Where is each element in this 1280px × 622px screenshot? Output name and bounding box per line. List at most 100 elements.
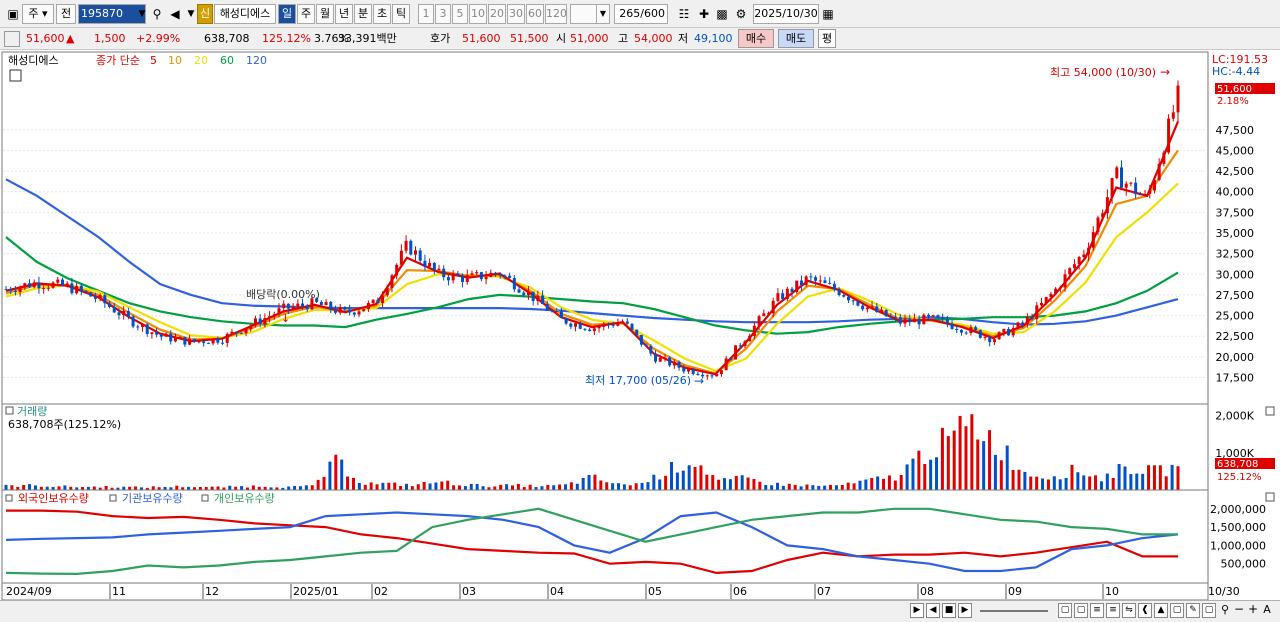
volume-bar bbox=[304, 485, 308, 490]
holdings-legend-icon[interactable] bbox=[201, 494, 209, 502]
tool-icon-5[interactable]: ⇋ bbox=[1122, 603, 1136, 618]
volume-bar bbox=[817, 485, 821, 490]
candle-body bbox=[682, 367, 686, 372]
candle-body bbox=[842, 295, 846, 297]
volume-close-icon[interactable] bbox=[1265, 406, 1275, 416]
candle-body bbox=[677, 361, 681, 368]
scroll-right-icon[interactable]: ▶ bbox=[910, 603, 924, 618]
volume-bar bbox=[1152, 465, 1156, 490]
interval-tab-20[interactable]: 20 bbox=[488, 4, 506, 24]
period-tab-2[interactable]: 월 bbox=[316, 4, 334, 24]
tool-icon-4[interactable]: ≡ bbox=[1106, 603, 1120, 618]
candle-body bbox=[978, 330, 982, 338]
volume-bar bbox=[251, 485, 255, 490]
shin-badge: 신 bbox=[197, 4, 213, 24]
zoom-out-icon[interactable]: − bbox=[1232, 603, 1246, 618]
volume-bar bbox=[510, 485, 514, 490]
calendar-icon[interactable]: ▦ bbox=[819, 4, 837, 24]
volume-bar bbox=[404, 483, 408, 490]
count-input[interactable]: 265/600 bbox=[614, 4, 668, 24]
interval-tab-1[interactable]: 1 bbox=[418, 4, 434, 24]
volume-bar bbox=[740, 475, 744, 490]
zoom-search-icon[interactable]: ⚲ bbox=[1218, 603, 1232, 618]
candle-type-icon[interactable]: ☷ bbox=[675, 4, 693, 24]
volume-bar bbox=[617, 483, 621, 490]
period-tab-0[interactable]: 일 bbox=[278, 4, 296, 24]
price-panel-frame bbox=[1, 51, 1209, 405]
rewind-icon[interactable]: ◀ bbox=[926, 603, 940, 618]
period-tab-3[interactable]: 년 bbox=[335, 4, 353, 24]
stop-icon[interactable]: ■ bbox=[942, 603, 956, 618]
gear-icon[interactable]: ⚙ bbox=[732, 4, 750, 24]
tool-icon-10[interactable]: ▢ bbox=[1202, 603, 1216, 618]
tool-icon-3[interactable]: ≡ bbox=[1090, 603, 1104, 618]
tool-icon-9[interactable]: ✎ bbox=[1186, 603, 1200, 618]
zoom-slider[interactable] bbox=[980, 610, 1048, 612]
tool-icon-1[interactable]: ▢ bbox=[1058, 603, 1072, 618]
zoom-in-icon[interactable]: + bbox=[1246, 603, 1260, 618]
chart-canvas[interactable]: 17,500 20,000 22,500 25,000 27,500 30,000 32,5… bbox=[0, 50, 1280, 603]
volume-bar bbox=[905, 464, 909, 490]
interval-tab-120[interactable]: 120 bbox=[545, 4, 567, 24]
candle-body bbox=[1152, 179, 1156, 191]
candle-body bbox=[959, 329, 963, 333]
period-tab-5[interactable]: 초 bbox=[373, 4, 391, 24]
volume-bar bbox=[552, 485, 556, 490]
prev-button[interactable]: 전 bbox=[56, 4, 76, 24]
volume-bar bbox=[1094, 475, 1098, 490]
holdings-legend-icon[interactable] bbox=[109, 494, 117, 502]
count-total: /600 bbox=[640, 7, 665, 20]
candle-body bbox=[903, 319, 907, 324]
candle-body bbox=[988, 336, 992, 343]
crosshair-icon[interactable]: ✚ bbox=[695, 4, 713, 24]
candle-body bbox=[93, 296, 97, 299]
candle-body bbox=[173, 337, 177, 342]
tool-icon-6[interactable]: ❰ bbox=[1138, 603, 1152, 618]
sell-button[interactable]: 매도 bbox=[778, 29, 814, 48]
x-axis-frame bbox=[1, 582, 1209, 601]
save-icon[interactable]: ▩ bbox=[713, 4, 731, 24]
period-tab-1[interactable]: 주 bbox=[297, 4, 315, 24]
volume-bar bbox=[882, 478, 886, 490]
period-tab-6[interactable]: 틱 bbox=[392, 4, 410, 24]
candle-body bbox=[164, 333, 168, 337]
interval-tab-3[interactable]: 3 bbox=[435, 4, 451, 24]
interval-tab-5[interactable]: 5 bbox=[452, 4, 468, 24]
interval-tab-10[interactable]: 10 bbox=[469, 4, 487, 24]
date-input[interactable]: 2025/10/30 bbox=[753, 4, 819, 24]
panel-grid-icon[interactable] bbox=[9, 69, 22, 82]
candle-body bbox=[583, 328, 587, 330]
volume-bar bbox=[1158, 465, 1162, 490]
period-dropdown[interactable]: 주 ▾ bbox=[22, 4, 54, 24]
holdings-legend-icon[interactable] bbox=[5, 494, 13, 502]
volume-panel-icon[interactable] bbox=[5, 406, 14, 415]
volume-bar bbox=[1164, 476, 1168, 490]
tool-icon-7[interactable]: ▲ bbox=[1154, 603, 1168, 618]
buy-button[interactable]: 매수 bbox=[738, 29, 774, 48]
volume-tick-label: 2,000K bbox=[1215, 410, 1254, 423]
layout-icon[interactable]: ▣ bbox=[4, 4, 22, 24]
period-tab-4[interactable]: 분 bbox=[354, 4, 372, 24]
tool-icon-2[interactable]: ▢ bbox=[1074, 603, 1088, 618]
volume-bar bbox=[1099, 481, 1103, 490]
volume-bar bbox=[293, 485, 297, 490]
interval-dropdown-icon[interactable]: ▼ bbox=[596, 4, 610, 24]
auto-icon[interactable]: A bbox=[1260, 603, 1274, 618]
interval-tab-30[interactable]: 30 bbox=[507, 4, 525, 24]
volume-bar bbox=[711, 475, 715, 490]
price-panel-title: 해성디에스 bbox=[8, 53, 59, 67]
volume-bar bbox=[734, 475, 738, 490]
search-icon[interactable]: ⚲ bbox=[148, 4, 166, 24]
volume-bar bbox=[422, 481, 426, 490]
play-icon[interactable]: ▶ bbox=[958, 603, 972, 618]
volume-bar bbox=[1111, 477, 1115, 490]
bottom-toolbar: ▶ ◀ ■ ▶ ▢ ▢ ≡ ≡ ⇋ ❰ ▲ ▢ ✎ ▢ ⚲ − + A bbox=[0, 600, 1280, 622]
average-button[interactable]: 평 bbox=[818, 29, 836, 48]
chart-area[interactable]: 17,500 20,000 22,500 25,000 27,500 30,000 32,5… bbox=[0, 50, 1280, 603]
volume-bar bbox=[563, 484, 567, 490]
volume-bar bbox=[705, 474, 709, 490]
tool-icon-8[interactable]: ▢ bbox=[1170, 603, 1184, 618]
interval-tab-60[interactable]: 60 bbox=[526, 4, 544, 24]
holdings-close-icon[interactable] bbox=[1265, 492, 1275, 502]
quote-toggle[interactable] bbox=[4, 31, 20, 47]
